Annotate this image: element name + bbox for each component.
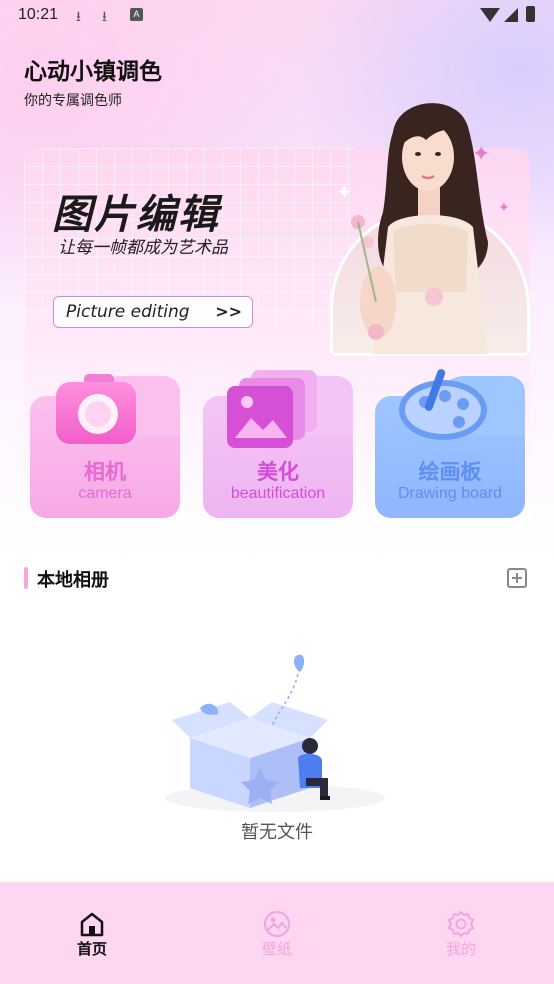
camera-button[interactable]: 相机 camera: [30, 374, 180, 518]
battery-icon: [526, 6, 535, 22]
beautification-label: 美化: [257, 460, 299, 484]
nav-label-wallpaper: 壁纸: [261, 940, 292, 958]
settings-icon: [447, 910, 475, 938]
bottom-nav: 首页 壁纸 我的: [0, 882, 554, 984]
beautification-sublabel: beautification: [230, 485, 326, 502]
sparkle-icon: ✦: [336, 180, 353, 204]
wallpaper-icon: [263, 910, 291, 938]
wifi-icon: [480, 8, 500, 22]
double-chevron-right-icon: >>: [215, 302, 242, 321]
a-badge-icon: A: [130, 8, 143, 21]
download-icon: ⭳: [102, 9, 107, 25]
drawing-board-label: 绘画板: [418, 460, 482, 484]
download-icon: ⭳: [76, 9, 81, 25]
status-time: 10:21: [18, 6, 59, 23]
empty-state-text: 暂无文件: [241, 822, 313, 843]
portrait-image: [351, 103, 488, 354]
banner-slogan: 让每一帧都成为艺术品: [58, 238, 228, 258]
signal-icon: [504, 8, 518, 22]
sparkle-icon: ✦: [498, 200, 510, 216]
section-accent-bar: [24, 567, 28, 589]
nav-label-mine: 我的: [445, 940, 476, 958]
drawing-board-sublabel: Drawing board: [397, 485, 503, 502]
palette-icon: [399, 369, 487, 440]
nav-item-wallpaper[interactable]: 壁纸: [217, 882, 337, 984]
camera-sublabel: camera: [78, 485, 132, 502]
banner-title: 图片编辑: [52, 192, 220, 238]
nav-item-home[interactable]: 首页: [32, 882, 152, 984]
picture-editing-label: Picture editing: [66, 302, 190, 322]
photo-gallery-icon: [227, 370, 317, 448]
status-bar: 10:21 ⭳ ⭳ A: [0, 0, 554, 32]
album-title: 本地相册: [37, 570, 109, 591]
app-subtitle: 你的专属调色师: [24, 93, 122, 109]
add-icon[interactable]: [507, 568, 527, 588]
home-icon: [80, 912, 104, 937]
nav-label-home: 首页: [76, 940, 107, 958]
drawing-board-button[interactable]: 绘画板 Drawing board: [375, 369, 525, 518]
camera-label: 相机: [84, 460, 126, 484]
app-title: 心动小镇调色: [24, 59, 162, 85]
nav-item-mine[interactable]: 我的: [401, 882, 521, 984]
sparkle-icon: ✦: [472, 142, 491, 167]
beautification-button[interactable]: 美化 beautification: [203, 370, 353, 518]
picture-editing-button[interactable]: Picture editing >>: [53, 296, 253, 328]
camera-icon: [56, 374, 136, 444]
empty-box-illustration: [165, 654, 385, 812]
